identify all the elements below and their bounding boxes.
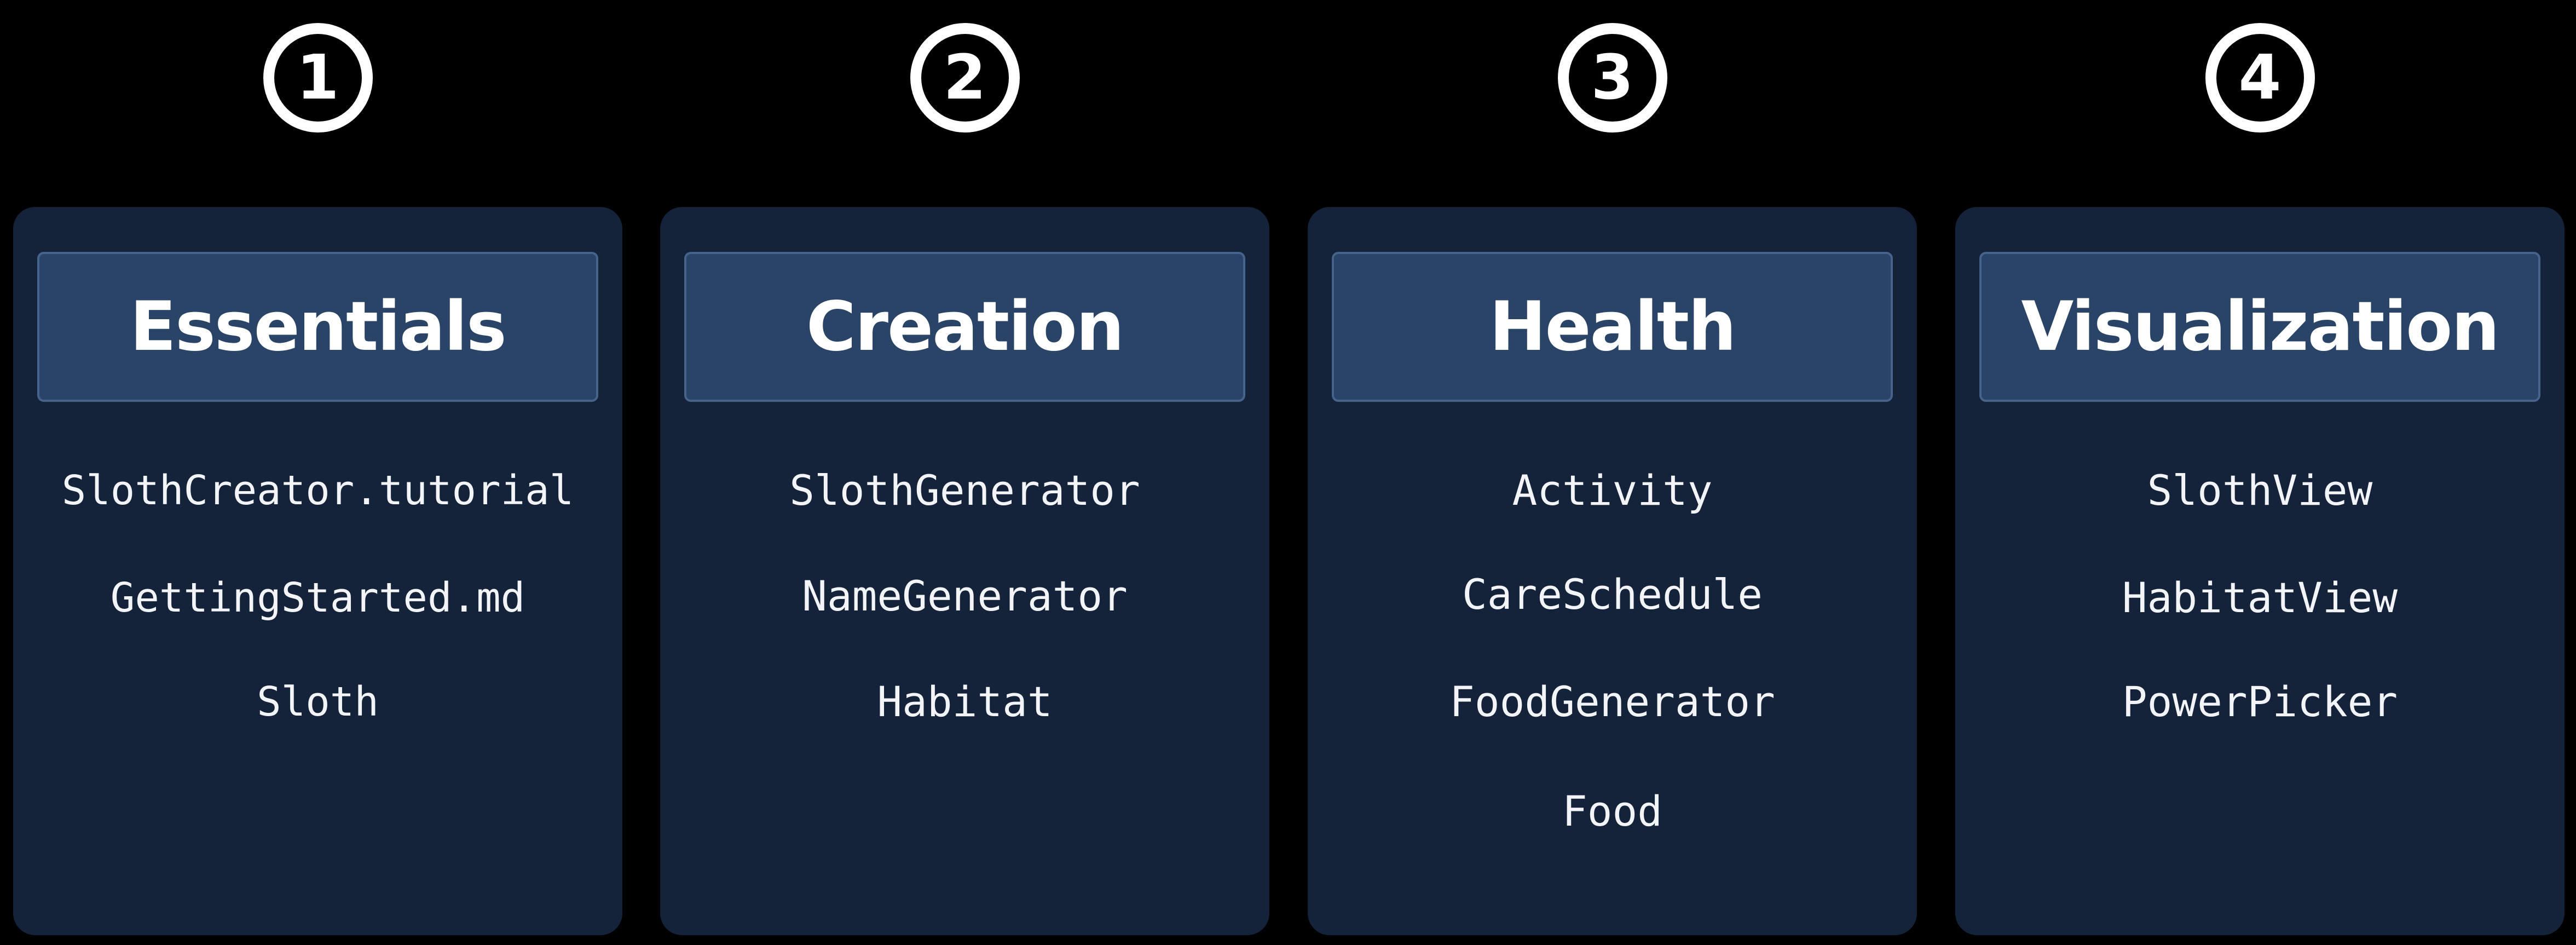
- file-item: SlothView: [2147, 466, 2373, 515]
- file-item: Habitat: [877, 677, 1053, 726]
- step-title: Creation: [684, 252, 1245, 402]
- step-card: Creation SlothGenerator NameGenerator Ha…: [660, 207, 1269, 935]
- file-item: SlothGenerator: [789, 466, 1140, 515]
- step-number-badge: 3: [1557, 23, 1667, 132]
- step-card: Health Activity CareSchedule FoodGenerat…: [1308, 207, 1917, 935]
- step-card: Essentials SlothCreator.tutorial Getting…: [13, 207, 622, 935]
- file-item: HabitatView: [2122, 573, 2398, 622]
- step-column-essentials: 1 Essentials SlothCreator.tutorial Getti…: [13, 0, 622, 945]
- step-number-badge: 4: [2205, 23, 2315, 132]
- step-column-health: 3 Health Activity CareSchedule FoodGener…: [1308, 0, 1917, 945]
- step-title: Health: [1332, 252, 1893, 402]
- file-item: Food: [1562, 787, 1663, 835]
- file-item: PowerPicker: [2122, 677, 2398, 726]
- file-item: NameGenerator: [802, 572, 1128, 620]
- file-item: Sloth: [257, 678, 379, 725]
- step-title: Visualization: [1979, 252, 2540, 402]
- step-column-visualization: 4 Visualization SlothView HabitatView Po…: [1955, 0, 2565, 945]
- step-column-creation: 2 Creation SlothGenerator NameGenerator …: [660, 0, 1269, 945]
- file-item: Activity: [1512, 466, 1713, 515]
- file-item: FoodGenerator: [1449, 677, 1775, 726]
- file-item: SlothCreator.tutorial: [61, 467, 574, 514]
- step-title: Essentials: [37, 252, 598, 402]
- step-number-badge: 1: [263, 23, 373, 132]
- step-number-badge: 2: [910, 23, 1020, 132]
- file-item: GettingStarted.md: [110, 574, 525, 621]
- step-card: Visualization SlothView HabitatView Powe…: [1955, 207, 2565, 935]
- file-item: CareSchedule: [1462, 570, 1763, 619]
